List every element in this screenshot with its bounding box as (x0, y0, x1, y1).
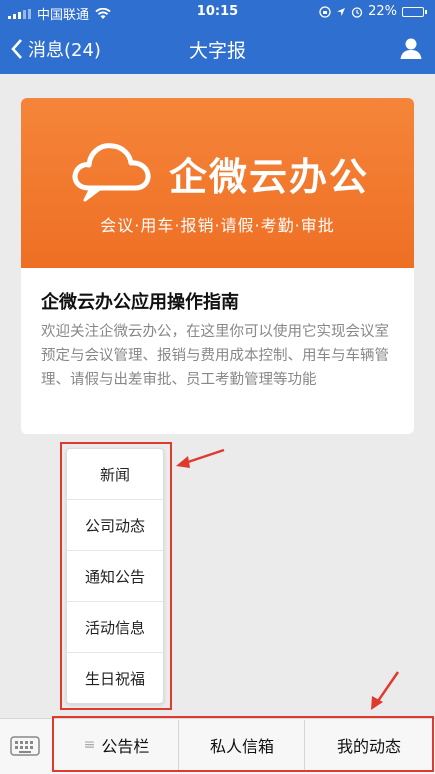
person-icon (400, 38, 422, 59)
alarm-clock-icon (351, 6, 363, 18)
location-arrow-icon (337, 7, 346, 16)
article-title: 企微云办公应用操作指南 (41, 292, 239, 313)
article-card[interactable]: 企微云办公 会议·用车·报销·请假·考勤·审批 企微云办公应用操作指南 欢迎关注… (21, 98, 414, 434)
submenu-item-news[interactable]: 新闻 (67, 449, 163, 500)
annotation-arrow-icon (371, 671, 400, 710)
submenu-item-birthday[interactable]: 生日祝福 (67, 653, 163, 704)
submenu-item-activities[interactable]: 活动信息 (67, 602, 163, 653)
profile-button[interactable] (399, 36, 423, 64)
submenu-item-company-news[interactable]: 公司动态 (67, 500, 163, 551)
submenu-popup: 新闻 公司动态 通知公告 活动信息 生日祝福 (66, 448, 164, 704)
battery-percent: 22% (368, 4, 397, 19)
menu-highlight-box (52, 716, 434, 772)
banner-slogan: 会议·用车·报销·请假·考勤·审批 (100, 216, 335, 235)
nav-bar: 消息(24) 大字报 (0, 24, 435, 74)
cloud-chat-logo (72, 143, 151, 202)
article-banner: 企微云办公 会议·用车·报销·请假·考勤·审批 (21, 98, 414, 268)
keyboard-toggle-button[interactable] (10, 733, 40, 763)
annotation-arrow-icon (176, 448, 225, 468)
page-title: 大字报 (188, 40, 246, 62)
article-description: 欢迎关注企微云办公，在这里你可以使用它实现会议室预定与会议管理、报销与费用成本控… (41, 324, 389, 388)
rotation-lock-icon (319, 5, 331, 18)
keyboard-icon (10, 736, 40, 756)
banner-brand: 企微云办公 (169, 155, 370, 199)
status-right: 22% (319, 4, 427, 19)
battery-icon (402, 6, 427, 17)
status-bar: 中国联通 10:15 22% (0, 0, 435, 24)
submenu-item-announcements[interactable]: 通知公告 (67, 551, 163, 602)
